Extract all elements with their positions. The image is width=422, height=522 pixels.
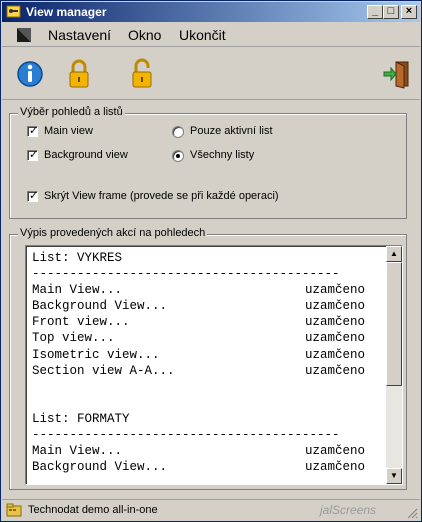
folder-icon: [6, 503, 22, 517]
action-log-textarea[interactable]: List: VYKRES ----------------------------…: [25, 245, 403, 485]
log-line-name: Main View...: [32, 444, 123, 459]
log-line-status: uzamčeno: [305, 315, 366, 330]
title-bar[interactable]: View manager _ □ ×: [2, 2, 420, 22]
all-sheets-label: Všechny listy: [190, 149, 255, 161]
status-bar: Technodat demo all-in-one jalScreens: [2, 499, 420, 521]
log-line: List: FORMATY: [32, 411, 382, 427]
all-sheets-radio-circle[interactable]: [172, 150, 184, 162]
log-lines: List: VYKRES ----------------------------…: [32, 250, 382, 475]
lock-icon[interactable]: [64, 58, 94, 90]
log-line-name: Main View...: [32, 283, 123, 298]
resize-grip-icon[interactable]: [406, 507, 418, 519]
log-line-name: Front view...: [32, 315, 130, 330]
app-logo-icon: [17, 28, 31, 42]
log-line-name: Isometric view...: [32, 347, 160, 362]
scroll-down-button[interactable]: ▼: [386, 468, 402, 484]
log-line-name: Background View...: [32, 460, 168, 475]
log-line: Background View... uzamčeno: [32, 298, 382, 314]
log-line: List: VYKRES: [32, 250, 382, 266]
view-selection-legend: Výběr pohledů a listů: [18, 106, 125, 118]
radio-dot-icon: [176, 154, 180, 158]
active-sheet-radio-circle[interactable]: [172, 126, 184, 138]
log-line-name: List: FORMATY: [32, 411, 130, 426]
main-view-check-box[interactable]: ✓: [27, 125, 39, 137]
close-button[interactable]: ×: [401, 5, 417, 19]
log-line: ----------------------------------------…: [32, 427, 382, 443]
info-icon[interactable]: [16, 58, 46, 90]
log-line-name: Section view A-A...: [32, 363, 175, 378]
hide-view-frame-label: Skrýt View frame (provede se při každé o…: [44, 190, 279, 202]
main-view-label: Main view: [44, 125, 93, 137]
log-line-status: uzamčeno: [305, 331, 366, 346]
log-line-name: ----------------------------------------…: [32, 267, 340, 282]
background-view-check-box[interactable]: ✓: [27, 149, 39, 161]
menu-ukoncit[interactable]: Ukončit: [179, 27, 226, 43]
log-line-name: ----------------------------------------…: [32, 428, 340, 443]
log-line-name: Background View...: [32, 299, 168, 314]
toolbar: [2, 48, 420, 100]
log-line-status: uzamčeno: [305, 283, 366, 298]
log-line-name: Top view...: [32, 331, 115, 346]
exit-door-icon[interactable]: [382, 58, 412, 90]
log-line-status: uzamčeno: [305, 363, 366, 378]
active-sheet-only-label: Pouze aktivní list: [190, 125, 273, 137]
log-scrollbar[interactable]: ▲ ▼: [386, 246, 402, 484]
log-line-status: uzamčeno: [305, 444, 366, 459]
status-text: Technodat demo all-in-one: [28, 504, 158, 516]
log-line: Main View... uzamčeno: [32, 282, 382, 298]
log-line: Section view A-A... uzamčeno: [32, 363, 382, 379]
maximize-button[interactable]: □: [383, 5, 399, 19]
log-line-status: uzamčeno: [305, 460, 366, 475]
hide-view-frame-check-box[interactable]: ✓: [27, 190, 39, 202]
view-manager-window: View manager _ □ × Nastavení Okno Ukonči…: [0, 0, 422, 522]
log-line: Front view... uzamčeno: [32, 314, 382, 330]
app-keys-icon: [6, 5, 21, 18]
menu-bar: Nastavení Okno Ukončit: [2, 23, 420, 47]
log-line-status: uzamčeno: [305, 347, 366, 362]
unlock-icon[interactable]: [127, 58, 157, 90]
scroll-up-button[interactable]: ▲: [386, 246, 402, 262]
menu-okno[interactable]: Okno: [128, 27, 161, 43]
minimize-button[interactable]: _: [367, 5, 383, 19]
watermark-text: jalScreens: [320, 503, 377, 517]
log-line-name: List: VYKRES: [32, 251, 123, 265]
log-line: Isometric view... uzamčeno: [32, 347, 382, 363]
log-line: Background View... uzamčeno: [32, 459, 382, 475]
background-view-label: Background view: [44, 149, 128, 161]
check-mark-icon: ✓: [29, 190, 39, 202]
window-title: View manager: [26, 5, 107, 19]
menu-nastaveni[interactable]: Nastavení: [48, 27, 111, 43]
check-mark-icon: ✓: [29, 125, 39, 137]
action-log-legend: Výpis provedených akcí na pohledech: [18, 227, 208, 239]
log-line: Top view... uzamčeno: [32, 330, 382, 346]
log-line: ----------------------------------------…: [32, 266, 382, 282]
scroll-thumb[interactable]: [386, 262, 402, 386]
check-mark-icon: ✓: [29, 149, 39, 161]
log-line: Main View... uzamčeno: [32, 443, 382, 459]
log-line-status: uzamčeno: [305, 299, 366, 314]
